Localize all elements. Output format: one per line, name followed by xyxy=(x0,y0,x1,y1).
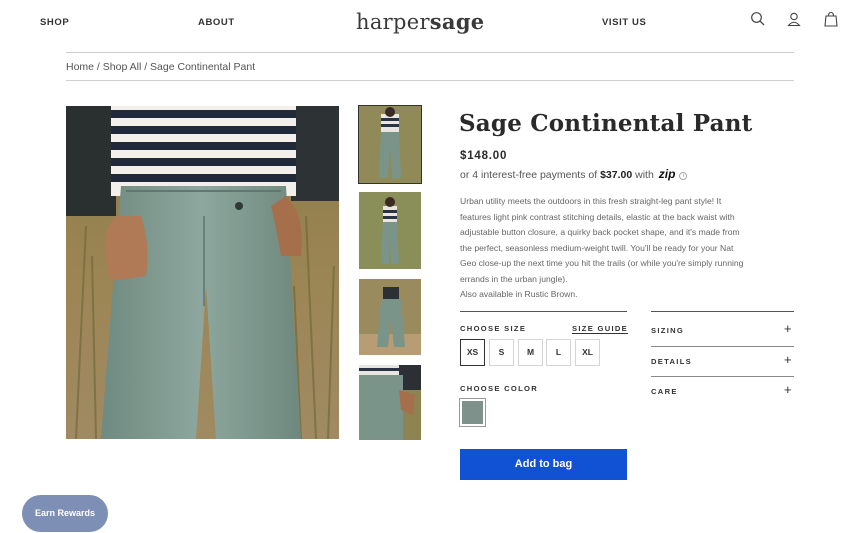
size-option-l[interactable]: L xyxy=(546,339,571,366)
breadcrumb[interactable]: Home / Shop All / Sage Continental Pant xyxy=(66,61,255,73)
installment-prefix: or 4 interest-free payments of xyxy=(460,169,598,181)
logo-text-bold: sage xyxy=(429,9,485,34)
size-guide-link[interactable]: SIZE GUIDE xyxy=(572,324,628,333)
installment-info: or 4 interest-free payments of $37.00 wi… xyxy=(460,167,688,181)
breadcrumb-divider xyxy=(66,80,794,81)
description-line: Urban utility meets the outdoors in this… xyxy=(460,196,722,206)
nav-shop[interactable]: SHOP xyxy=(40,17,69,28)
choose-color-label: CHOOSE COLOR xyxy=(460,384,539,393)
size-option-m[interactable]: M xyxy=(518,339,543,366)
color-swatch-sage[interactable] xyxy=(459,398,486,427)
earn-rewards-button[interactable]: Earn Rewards xyxy=(22,495,108,532)
installment-with: with xyxy=(635,169,654,181)
info-icon[interactable]: i xyxy=(679,172,688,180)
size-option-xl[interactable]: XL xyxy=(575,339,600,366)
installment-amount: $37.00 xyxy=(600,169,633,181)
logo[interactable]: harpersage xyxy=(356,9,484,34)
description-line: the perfect, seasonless medium-weight tw… xyxy=(460,242,734,253)
nav-about[interactable]: ABOUT xyxy=(198,17,235,28)
product-title: Sage Continental Pant xyxy=(459,110,753,137)
accordion-details[interactable]: DETAILS xyxy=(651,357,692,366)
product-description: Urban utility meets the outdoors in this… xyxy=(460,194,770,303)
product-main-image[interactable] xyxy=(66,106,339,439)
product-price: $148.00 xyxy=(460,150,508,162)
description-line: adjustable button closure, a quirky back… xyxy=(460,227,740,237)
description-line: errands in the urban jungle). xyxy=(460,273,568,284)
nav-visit-us[interactable]: VISIT US xyxy=(602,17,646,28)
bag-icon[interactable] xyxy=(823,11,839,27)
accordion-sizing[interactable]: SIZING xyxy=(651,326,684,335)
accordion-divider-top xyxy=(651,311,794,312)
accordion-divider xyxy=(651,376,794,377)
plus-icon[interactable]: + xyxy=(784,383,792,396)
thumbnail-3[interactable] xyxy=(359,279,421,355)
account-icon[interactable] xyxy=(786,11,802,27)
thumbnail-2[interactable] xyxy=(359,192,421,269)
plus-icon[interactable]: + xyxy=(784,353,792,366)
accordion-care[interactable]: CARE xyxy=(651,387,678,396)
header-divider xyxy=(66,52,794,53)
logo-text-light: harper xyxy=(356,10,430,34)
options-divider xyxy=(460,311,627,312)
size-option-s[interactable]: S xyxy=(489,339,514,366)
swatch-fill xyxy=(462,401,483,424)
thumbnail-1[interactable] xyxy=(358,105,422,184)
add-to-bag-button[interactable]: Add to bag xyxy=(460,449,627,480)
thumbnail-4[interactable] xyxy=(359,365,421,440)
search-icon[interactable] xyxy=(750,11,766,27)
plus-icon[interactable]: + xyxy=(784,322,792,335)
size-option-xs[interactable]: XS xyxy=(460,339,485,366)
accordion-divider xyxy=(651,346,794,347)
choose-size-label: CHOOSE SIZE xyxy=(460,324,527,333)
also-available: Also available in Rustic Brown. xyxy=(460,289,578,299)
description-line: features light pink contrast stitching d… xyxy=(460,211,735,222)
description-line: Geo close-up the next time you hit the t… xyxy=(460,258,744,268)
zip-logo[interactable]: zip xyxy=(659,167,676,181)
